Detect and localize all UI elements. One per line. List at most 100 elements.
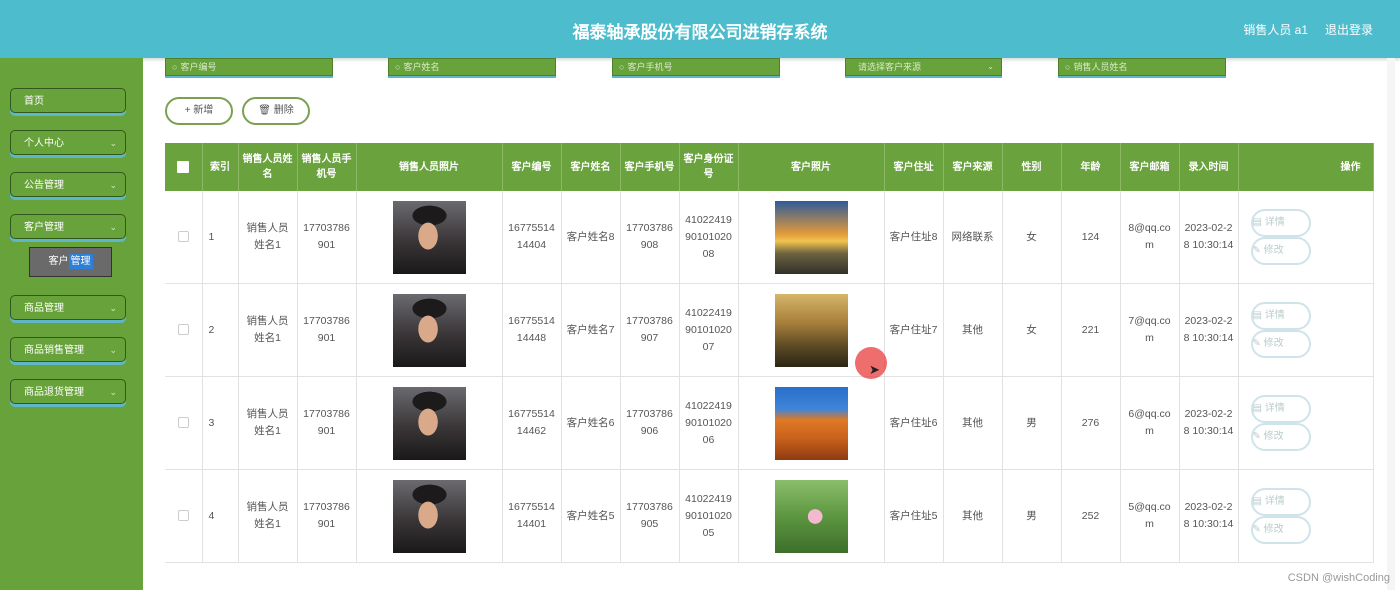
vertical-scrollbar[interactable]: [1387, 58, 1395, 590]
sidebar-item-goods[interactable]: 商品管理 ⌄: [10, 295, 126, 320]
edit-button[interactable]: ✎ 修改: [1250, 330, 1311, 358]
cell-customer-no: 1677551414404: [502, 191, 562, 284]
column-header: 客户来源: [943, 143, 1003, 191]
column-header: 客户姓名: [561, 143, 621, 191]
cell-index: 2: [202, 283, 239, 377]
cell-sales-photo: [356, 283, 503, 377]
cell-sales-photo: [356, 469, 503, 563]
current-user: 销售人员 a1: [1243, 23, 1308, 37]
table-row: 2 销售人员姓名1 17703786901 1677551414448 客户姓名…: [165, 283, 1374, 377]
delete-button[interactable]: 🗑 删除: [242, 97, 310, 125]
watermark: CSDN @wishCoding: [1287, 572, 1390, 584]
table-row: 4 销售人员姓名1 17703786901 1677551414401 客户姓名…: [165, 469, 1374, 563]
search-icon: ○: [1065, 62, 1071, 72]
column-header: 客户邮箱: [1120, 143, 1180, 191]
cell-customer-no: 1677551414401: [502, 469, 562, 563]
sidebar-item-notice[interactable]: 公告管理 ⌄: [10, 172, 126, 197]
sidebar-item-label: 客户管理: [24, 222, 64, 233]
customer-no-input[interactable]: ○ 客户编号: [165, 58, 333, 76]
column-header: 录入时间: [1179, 143, 1239, 191]
customer-source-select[interactable]: 请选择客户来源 ⌄: [845, 58, 1002, 76]
sidebar-item-label: 个人中心: [24, 138, 64, 149]
cell-time: 2023-02-28 10:30:14: [1179, 469, 1239, 563]
row-checkbox[interactable]: [165, 283, 203, 377]
column-header: 性别: [1002, 143, 1062, 191]
chevron-down-icon: ⌄: [109, 138, 117, 148]
cell-sales-phone: 17703786901: [297, 469, 357, 563]
mouse-pointer-icon: ➤: [869, 362, 880, 377]
cell-customer-phone: 17703786908: [620, 191, 680, 284]
submenu-customer-management[interactable]: 客户 管理: [29, 247, 112, 277]
cell-id-no: 410224199010102005: [679, 469, 739, 563]
detail-button[interactable]: ▤ 详情: [1250, 395, 1311, 423]
cell-customer-phone: 17703786907: [620, 283, 680, 377]
cell-age: 276: [1061, 376, 1121, 470]
cell-customer-photo: [738, 191, 885, 284]
cell-actions: ▤ 详情✎ 修改: [1238, 469, 1374, 563]
sidebar-item-sales[interactable]: 商品销售管理 ⌄: [10, 337, 126, 362]
edit-button[interactable]: ✎ 修改: [1250, 423, 1311, 451]
cell-source: 其他: [943, 376, 1003, 470]
customer-name-input[interactable]: ○ 客户姓名: [388, 58, 556, 76]
logout-link[interactable]: 退出登录: [1325, 21, 1373, 38]
column-header: 客户住址: [884, 143, 944, 191]
sidebar-item-label: 商品退货管理: [24, 387, 84, 398]
cell-age: 124: [1061, 191, 1121, 284]
sales-photo-image: [392, 293, 466, 367]
sidebar-item-label: 商品销售管理: [24, 345, 84, 356]
cell-customer-photo: [738, 469, 885, 563]
column-header: 年龄: [1061, 143, 1121, 191]
cell-time: 2023-02-28 10:30:14: [1179, 376, 1239, 470]
sidebar-item-profile[interactable]: 个人中心 ⌄: [10, 130, 126, 155]
sidebar-item-returns[interactable]: 商品退货管理 ⌄: [10, 379, 126, 404]
submenu-label-b: 管理: [68, 254, 93, 269]
app-title: 福泰轴承股份有限公司进销存系统: [572, 23, 828, 42]
cell-index: 4: [202, 469, 239, 563]
column-header: 客户编号: [502, 143, 562, 191]
column-header: 客户身份证号: [679, 143, 739, 191]
sidebar: 首页 个人中心 ⌄ 公告管理 ⌄ 客户管理 ⌄ 客户 管理 商品管理 ⌄ 商品销售…: [0, 58, 143, 590]
sidebar-item-home[interactable]: 首页: [10, 88, 126, 113]
search-icon: ○: [619, 62, 625, 72]
row-checkbox[interactable]: [165, 376, 203, 470]
customer-photo-image: [774, 479, 848, 553]
sidebar-item-label: 首页: [24, 96, 44, 107]
cell-index: 3: [202, 376, 239, 470]
sales-photo-image: [392, 386, 466, 460]
column-header: 客户照片: [738, 143, 885, 191]
row-checkbox[interactable]: [165, 191, 203, 284]
edit-button[interactable]: ✎ 修改: [1250, 237, 1311, 265]
cell-customer-no: 1677551414462: [502, 376, 562, 470]
cell-time: 2023-02-28 10:30:14: [1179, 191, 1239, 284]
cell-address: 客户住址7: [884, 283, 944, 377]
sidebar-item-customer[interactable]: 客户管理 ⌄: [10, 214, 126, 239]
customer-photo-image: [774, 386, 848, 460]
select-all-checkbox[interactable]: [165, 143, 203, 191]
detail-button[interactable]: ▤ 详情: [1250, 488, 1311, 516]
column-header: 销售人员姓名: [238, 143, 298, 191]
cell-email: 6@qq.com: [1120, 376, 1180, 470]
detail-button[interactable]: ▤ 详情: [1250, 209, 1311, 237]
cell-customer-name: 客户姓名6: [561, 376, 621, 470]
chevron-down-icon: ⌄: [109, 180, 117, 190]
cell-actions: ▤ 详情✎ 修改: [1238, 191, 1374, 284]
cell-sales-photo: [356, 376, 503, 470]
customer-photo-image: [774, 200, 848, 274]
cell-gender: 男: [1002, 376, 1062, 470]
add-button[interactable]: + 新增: [165, 97, 233, 125]
edit-button[interactable]: ✎ 修改: [1250, 516, 1311, 544]
column-header: 客户手机号: [620, 143, 680, 191]
sales-name-input[interactable]: ○ 销售人员姓名: [1058, 58, 1226, 76]
table-header-row: 索引 销售人员姓名 销售人员手机号 销售人员照片 客户编号 客户姓名 客户手机号…: [165, 143, 1374, 191]
row-checkbox[interactable]: [165, 469, 203, 563]
cell-sales-name: 销售人员姓名1: [238, 191, 298, 284]
column-header: 销售人员手机号: [297, 143, 357, 191]
sales-photo-image: [392, 200, 466, 274]
customer-table: 索引 销售人员姓名 销售人员手机号 销售人员照片 客户编号 客户姓名 客户手机号…: [165, 143, 1374, 563]
search-icon: ○: [395, 62, 401, 72]
cell-email: 5@qq.com: [1120, 469, 1180, 563]
cell-actions: ▤ 详情✎ 修改: [1238, 283, 1374, 377]
detail-button[interactable]: ▤ 详情: [1250, 302, 1311, 330]
cell-email: 7@qq.com: [1120, 283, 1180, 377]
customer-phone-input[interactable]: ○ 客户手机号: [612, 58, 780, 76]
